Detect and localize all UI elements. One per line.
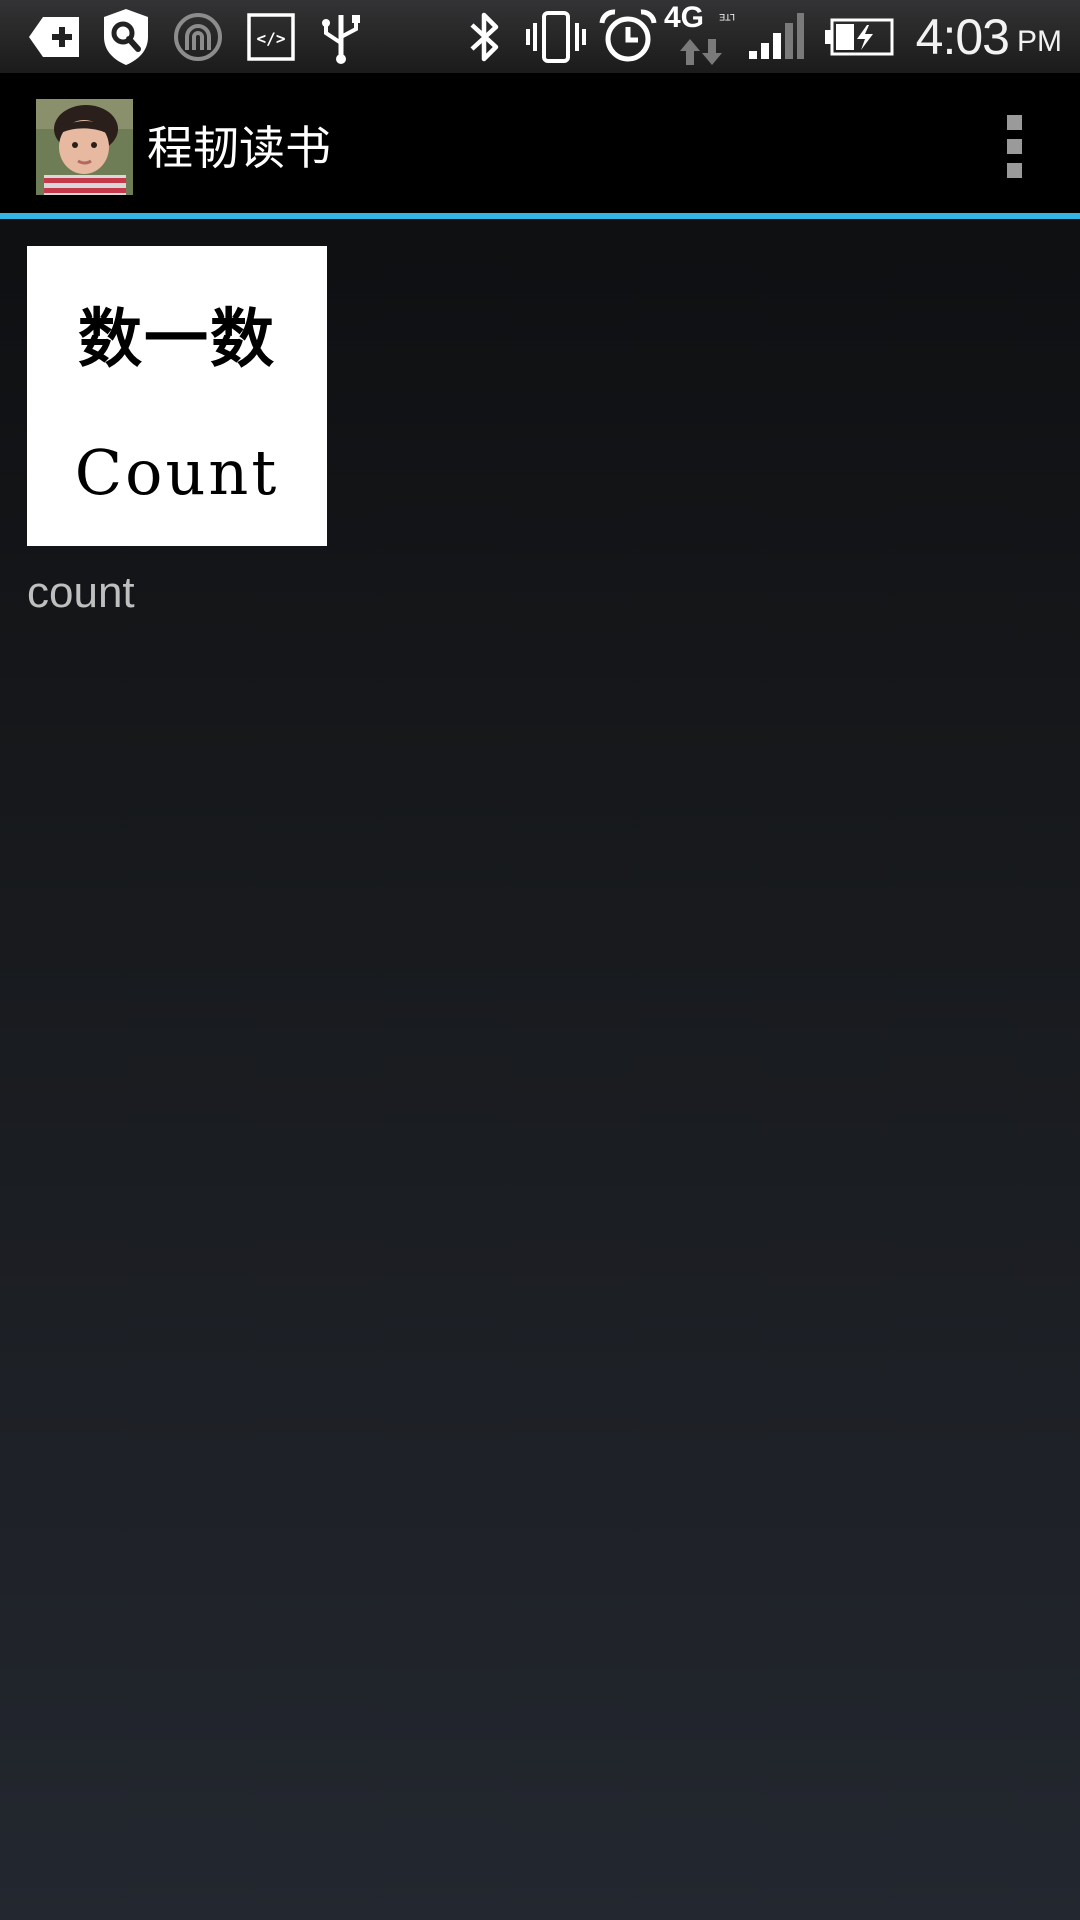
book-caption[interactable]: count: [27, 568, 327, 618]
clock-ampm: PM: [1017, 25, 1062, 58]
app-title: 程韧读书: [147, 121, 331, 175]
search-shield-icon: [98, 8, 154, 66]
usb-icon: [316, 8, 366, 66]
status-bar: </> 4G LTE 4:03 PM: [0, 0, 1080, 74]
overflow-menu-button[interactable]: [984, 104, 1044, 188]
network-subtype-label: LTE: [719, 11, 735, 22]
book-cover-title-cn: 数一数: [78, 302, 276, 377]
overflow-dot-icon: [1006, 138, 1022, 154]
book-tile-count[interactable]: 数一数 Count count: [27, 246, 327, 618]
book-cover-title-en: Count: [74, 436, 280, 509]
book-cover-image[interactable]: 数一数 Count: [27, 246, 327, 546]
action-bar-divider: [0, 213, 1080, 219]
4g-lte-icon: 4G LTE: [664, 1, 738, 66]
svg-text:</>: </>: [257, 29, 286, 48]
app-icon[interactable]: [36, 99, 133, 195]
overflow-dot-icon: [1006, 162, 1022, 178]
bluetooth-icon: [462, 8, 506, 66]
overflow-dot-icon: [1006, 114, 1022, 130]
network-type-label: 4G: [664, 1, 705, 34]
vibrate-icon: [524, 8, 588, 66]
app-add-icon: [26, 8, 82, 66]
battery-charging-icon: [824, 8, 896, 66]
alarm-icon: [598, 8, 658, 66]
code-icon: </>: [245, 8, 297, 66]
clock-time: 4:03: [915, 9, 1010, 65]
status-clock: 4:03 PM: [916, 4, 1062, 70]
signal-icon: [746, 8, 806, 66]
action-bar: 程韧读书: [0, 74, 1080, 213]
wireless-icon: [171, 8, 225, 66]
